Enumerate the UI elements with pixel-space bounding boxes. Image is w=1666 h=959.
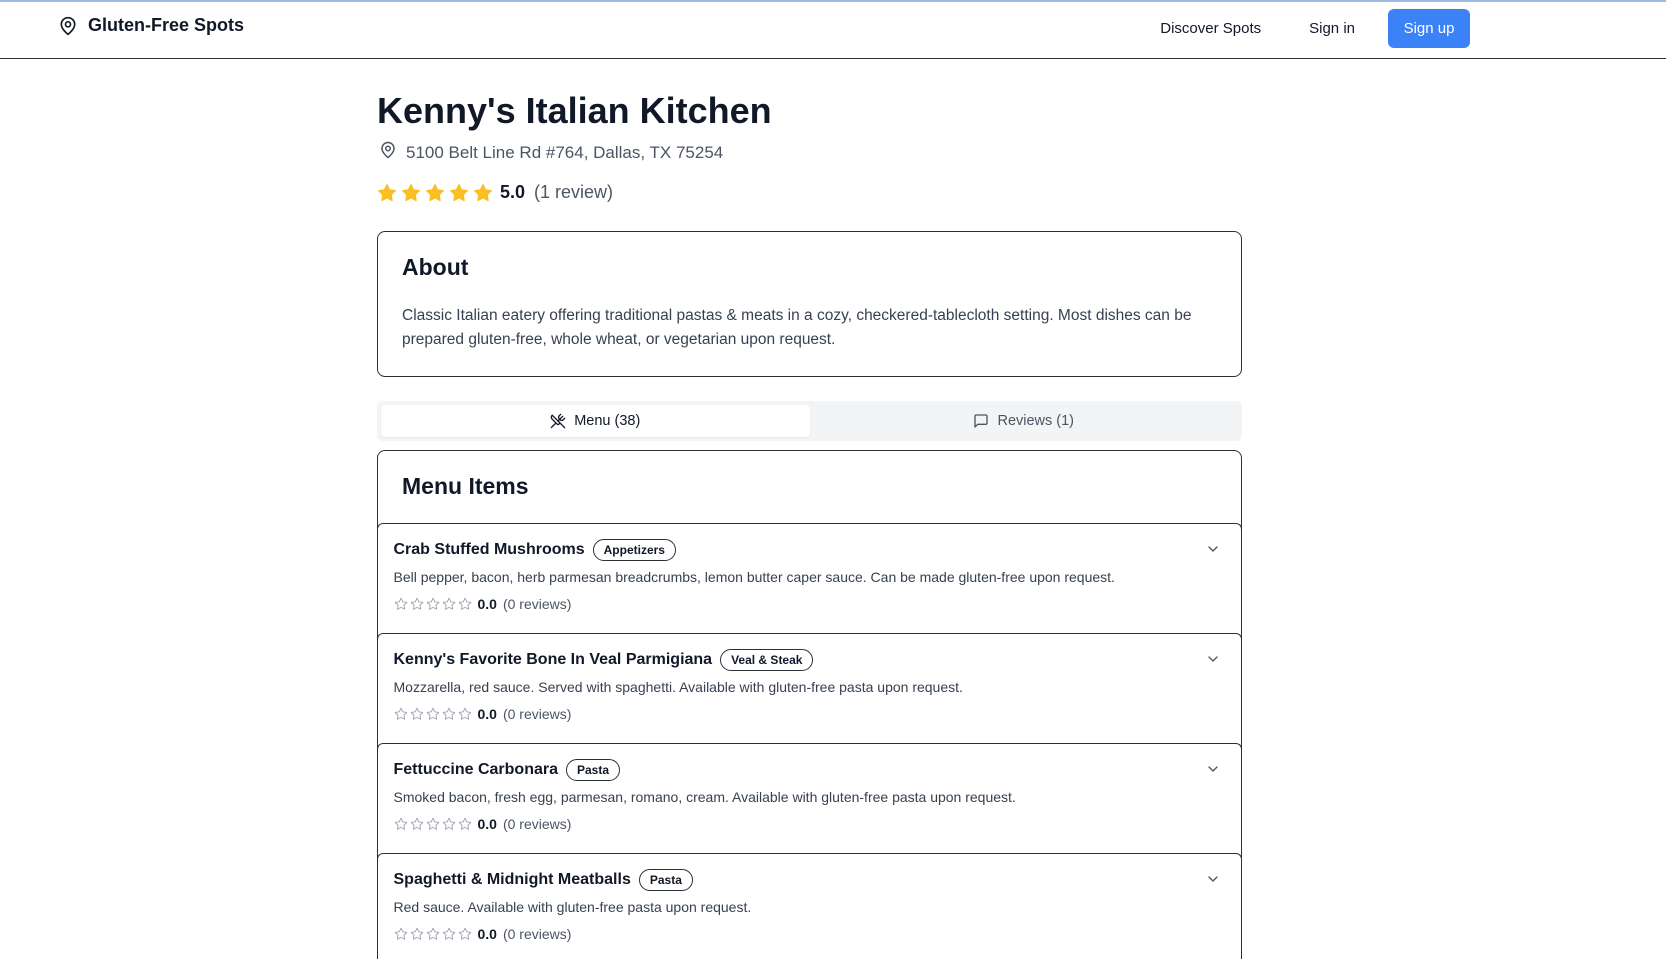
item-description: Smoked bacon, fresh egg, parmesan, roman… — [393, 789, 1016, 805]
star-outline-icon — [410, 927, 424, 941]
map-pin-icon — [379, 141, 397, 164]
star-outline-icon — [442, 927, 456, 941]
chevron-down-icon[interactable] — [1205, 541, 1221, 557]
star-outline-icon — [426, 597, 440, 611]
item-description: Red sauce. Available with gluten-free pa… — [393, 899, 752, 915]
item-rating-count: (0 reviews) — [502, 926, 572, 942]
menu-item[interactable]: Fettuccine Carbonara Pasta Smoked bacon,… — [376, 743, 1242, 853]
star-outline-icon — [426, 927, 440, 941]
restaurant-rating: 5.0 (1 review) — [377, 182, 613, 203]
star-outline-icon — [394, 707, 408, 721]
item-rating-value: 0.0 — [477, 926, 497, 942]
utensils-crossed-icon — [550, 413, 566, 429]
menu-item[interactable]: Kenny's Favorite Bone In Veal Parmigiana… — [376, 633, 1242, 743]
restaurant-name: Kenny's Italian Kitchen — [377, 90, 772, 131]
sign-up-button[interactable]: Sign up — [1388, 9, 1470, 48]
item-name: Kenny's Favorite Bone In Veal Parmigiana — [393, 651, 713, 668]
category-badge: Veal & Steak — [720, 649, 814, 671]
star-outline-icon — [426, 817, 440, 831]
menu-item[interactable]: Crab Stuffed Mushrooms Appetizers Bell p… — [376, 523, 1242, 633]
menu-title: Menu Items — [402, 473, 529, 499]
star-rating — [394, 707, 472, 721]
menu-items-list: Crab Stuffed Mushrooms Appetizers Bell p… — [376, 523, 1242, 959]
item-title-row: Fettuccine Carbonara Pasta — [394, 759, 621, 781]
discover-spots-link[interactable]: Discover Spots — [1144, 10, 1277, 47]
item-name: Fettuccine Carbonara — [393, 761, 558, 778]
star-rating — [394, 927, 472, 941]
site-header: Gluten-Free Spots Discover Spots Sign in… — [0, 2, 1666, 59]
brand-link[interactable]: Gluten-Free Spots — [58, 15, 244, 36]
item-rating-count: (0 reviews) — [502, 816, 572, 832]
item-name: Crab Stuffed Mushrooms — [393, 541, 585, 558]
menu-card: Menu Items Crab Stuffed Mushrooms Appeti… — [376, 450, 1242, 959]
menu-item[interactable]: Spaghetti & Midnight Meatballs Pasta Red… — [376, 853, 1242, 959]
tab-menu[interactable]: Menu (38) — [381, 405, 810, 437]
item-rating-count: (0 reviews) — [502, 596, 572, 612]
about-title: About — [402, 254, 469, 280]
item-title-row: Crab Stuffed Mushrooms Appetizers — [394, 539, 676, 561]
star-filled-icon — [377, 183, 397, 203]
sign-in-link[interactable]: Sign in — [1293, 10, 1371, 47]
star-outline-icon — [458, 817, 472, 831]
tab-reviews[interactable]: Reviews (1) — [810, 405, 1239, 437]
star-filled-icon — [449, 183, 469, 203]
star-rating — [394, 597, 472, 611]
brand-name: Gluten-Free Spots — [88, 15, 245, 35]
star-outline-icon — [394, 817, 408, 831]
star-outline-icon — [426, 707, 440, 721]
rating-value: 5.0 — [500, 182, 526, 202]
item-description: Bell pepper, bacon, herb parmesan breadc… — [393, 569, 1115, 585]
item-rating-count: (0 reviews) — [502, 706, 572, 722]
category-badge: Pasta — [638, 869, 693, 891]
star-outline-icon — [458, 597, 472, 611]
star-filled-icon — [401, 183, 421, 203]
tabs: Menu (38) Reviews (1) — [377, 401, 1242, 441]
chevron-down-icon[interactable] — [1205, 651, 1221, 667]
star-outline-icon — [442, 707, 456, 721]
star-outline-icon — [394, 927, 408, 941]
star-outline-icon — [410, 707, 424, 721]
category-badge: Appetizers — [592, 539, 676, 561]
main-nav: Discover Spots Sign in Sign up — [1128, 9, 1470, 48]
item-title-row: Spaghetti & Midnight Meatballs Pasta — [394, 869, 693, 891]
star-rating — [377, 183, 493, 203]
item-rating-value: 0.0 — [477, 816, 497, 832]
restaurant-address: 5100 Belt Line Rd #764, Dallas, TX 75254 — [379, 141, 723, 164]
item-rating: 0.0 (0 reviews) — [394, 596, 572, 612]
chevron-down-icon[interactable] — [1205, 761, 1221, 777]
item-description: Mozzarella, red sauce. Served with spagh… — [393, 679, 963, 695]
address-text: 5100 Belt Line Rd #764, Dallas, TX 75254 — [406, 142, 724, 162]
star-filled-icon — [425, 183, 445, 203]
star-outline-icon — [442, 597, 456, 611]
star-outline-icon — [394, 597, 408, 611]
item-title-row: Kenny's Favorite Bone In Veal Parmigiana… — [394, 649, 814, 671]
star-rating — [394, 817, 472, 831]
about-text: Classic Italian eatery offering traditio… — [402, 307, 1192, 348]
item-rating: 0.0 (0 reviews) — [394, 706, 572, 722]
map-pin-icon — [58, 16, 78, 36]
message-square-icon — [973, 413, 989, 429]
tab-menu-label: Menu (38) — [574, 413, 641, 429]
star-outline-icon — [458, 707, 472, 721]
item-rating-value: 0.0 — [477, 596, 497, 612]
category-badge: Pasta — [565, 759, 621, 781]
item-rating-value: 0.0 — [477, 706, 497, 722]
chevron-down-icon[interactable] — [1205, 871, 1221, 887]
star-outline-icon — [410, 817, 424, 831]
rating-count: (1 review) — [534, 182, 614, 202]
item-rating: 0.0 (0 reviews) — [394, 926, 572, 942]
star-filled-icon — [473, 183, 493, 203]
star-outline-icon — [442, 817, 456, 831]
tab-reviews-label: Reviews (1) — [997, 413, 1075, 429]
star-outline-icon — [458, 927, 472, 941]
about-card: About Classic Italian eatery offering tr… — [377, 231, 1242, 377]
item-rating: 0.0 (0 reviews) — [394, 816, 572, 832]
item-name: Spaghetti & Midnight Meatballs — [393, 871, 631, 888]
star-outline-icon — [410, 597, 424, 611]
